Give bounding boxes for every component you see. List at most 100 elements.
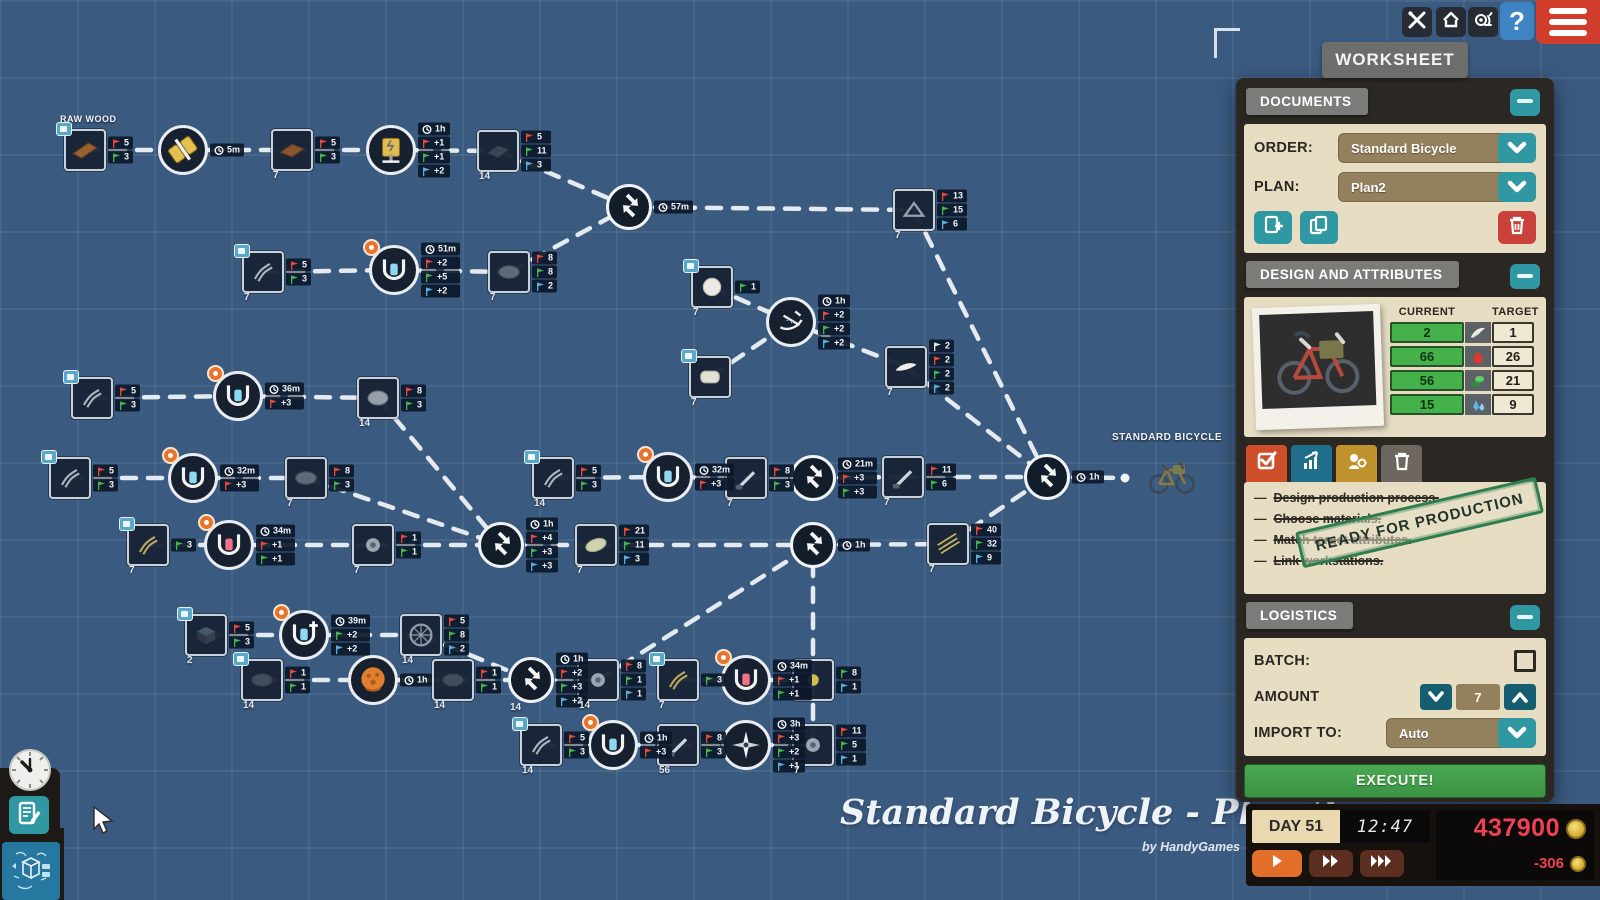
material-node-n17[interactable]	[927, 523, 969, 565]
spokes-icon	[937, 532, 960, 554]
assembly-node-a3[interactable]	[790, 522, 836, 568]
node-count-label: 7	[577, 565, 583, 576]
plan-dropdown-chevron-icon[interactable]	[1498, 172, 1536, 202]
worksheet-toggle-button[interactable]	[9, 796, 49, 834]
attribute-badge: 8	[444, 628, 470, 642]
node-count-label: 7	[244, 292, 250, 303]
node-count-label: 7	[287, 498, 293, 509]
material-node-n6[interactable]	[893, 189, 935, 231]
process-node-p4[interactable]	[766, 297, 816, 347]
attribute-badge: +3	[556, 680, 588, 694]
amount-decrease-button[interactable]	[1420, 684, 1452, 710]
reset-home-button[interactable]	[1436, 7, 1466, 37]
add-document-icon	[1263, 215, 1284, 240]
copy-plan-button[interactable]	[1300, 211, 1338, 244]
material-node-n20[interactable]	[882, 456, 924, 498]
order-dropdown-chevron-icon[interactable]	[1498, 133, 1536, 163]
assembly-node-af[interactable]	[1024, 454, 1070, 500]
pressBluePlus-icon	[292, 621, 318, 646]
node-badges: 40 32 9	[971, 523, 1002, 565]
assembly-node-a4[interactable]	[790, 455, 836, 501]
attribute-badge: 32	[971, 537, 1002, 551]
batch-checkbox[interactable]	[1514, 650, 1536, 672]
attribute-badge: 6	[937, 217, 968, 231]
material-node-n9[interactable]	[885, 346, 927, 388]
assembly-swap-icon	[806, 531, 823, 556]
material-node-n16[interactable]	[575, 524, 617, 566]
tab-discard[interactable]	[1381, 445, 1422, 482]
play-button[interactable]	[1252, 850, 1302, 877]
import-tag-icon	[524, 450, 540, 464]
attribute-badge: 1	[285, 680, 311, 694]
attribute-badge: 3	[171, 538, 197, 552]
attribute-badge: 5	[115, 384, 141, 398]
process-node-p13[interactable]	[721, 720, 771, 770]
plan-dropdown[interactable]: Plan2	[1338, 172, 1536, 202]
import-to-dropdown[interactable]: Auto	[1386, 718, 1536, 748]
attribute-badge: 1	[476, 666, 502, 680]
order-dropdown[interactable]: Standard Bicycle	[1338, 133, 1536, 163]
process-node-p2[interactable]	[366, 125, 416, 175]
output-node-out[interactable]	[1146, 458, 1198, 498]
coin-small-icon	[1570, 855, 1586, 872]
assembly-node-a5[interactable]	[508, 657, 554, 703]
new-plan-button[interactable]	[1254, 211, 1292, 244]
current-value: 15	[1390, 394, 1464, 415]
fast-forward-button[interactable]	[1309, 850, 1353, 877]
node-count-label: 14	[534, 498, 546, 509]
material-node-n2[interactable]	[271, 129, 313, 171]
assembly-swap-icon	[1040, 463, 1057, 488]
assembly-node-a2[interactable]	[478, 522, 524, 568]
delete-plan-button[interactable]	[1498, 211, 1536, 244]
tab-workers[interactable]	[1336, 445, 1377, 482]
material-node-n24[interactable]	[432, 659, 474, 701]
material-node-n13[interactable]	[285, 457, 327, 499]
attribute-badge: +3	[838, 471, 878, 485]
duration-badge: 36m	[265, 382, 305, 396]
fastest-forward-icon	[1370, 854, 1394, 873]
attribute-badge: 1	[285, 666, 311, 680]
tab-checklist[interactable]	[1246, 445, 1287, 482]
node-count-label: 7	[354, 565, 360, 576]
attribute-row: 21	[1390, 322, 1536, 343]
assembly-node-a1[interactable]	[606, 184, 652, 230]
import-dropdown-chevron-icon[interactable]	[1498, 718, 1536, 748]
exploded-view-widget[interactable]	[2, 842, 60, 900]
fastest-forward-button[interactable]	[1360, 850, 1404, 877]
process-node-p10[interactable]	[348, 655, 398, 705]
logistics-minimize-button[interactable]	[1510, 605, 1540, 630]
tools-button[interactable]	[1402, 7, 1432, 37]
material-node-n3[interactable]	[477, 130, 519, 172]
node-badges: 81	[836, 666, 862, 694]
menu-button[interactable]	[1536, 0, 1600, 44]
execute-button[interactable]: EXECUTE!	[1244, 764, 1546, 798]
node-badges: 32m +3	[220, 464, 260, 492]
material-node-n15[interactable]	[352, 524, 394, 566]
plan-value: Plan2	[1351, 179, 1386, 195]
attribute-badge: 1	[396, 531, 422, 545]
process-node-p1[interactable]	[158, 125, 208, 175]
material-node-n5[interactable]	[488, 251, 530, 293]
node-count-label: 7	[794, 765, 800, 776]
attribute-badge: 8	[532, 265, 558, 279]
checklist-minimize-button[interactable]	[1510, 89, 1540, 114]
node-badges: 53	[564, 731, 590, 759]
amount-increase-button[interactable]	[1504, 684, 1536, 710]
attribute-badge: 15	[937, 203, 968, 217]
checklist-item: — Link workstations.	[1254, 554, 1384, 568]
tab-statistics[interactable]	[1291, 445, 1332, 482]
material-node-n22[interactable]	[400, 614, 442, 656]
wing-attribute-icon	[1465, 322, 1491, 343]
documents-title: DOCUMENTS	[1246, 88, 1368, 115]
pressBlue-icon	[382, 259, 406, 281]
current-value: 66	[1390, 346, 1464, 367]
design-minimize-button[interactable]	[1510, 264, 1540, 289]
help-button[interactable]: ?	[1500, 2, 1534, 40]
attribute-badge: 11	[521, 144, 551, 158]
worksheet-header: WORKSHEET	[1322, 42, 1468, 78]
material-node-n11[interactable]	[357, 377, 399, 419]
attribute-badge: 3	[769, 478, 795, 492]
node-badges: 11	[476, 666, 502, 694]
fabric2-icon	[251, 673, 273, 687]
speed-snail-button[interactable]	[1468, 7, 1498, 37]
